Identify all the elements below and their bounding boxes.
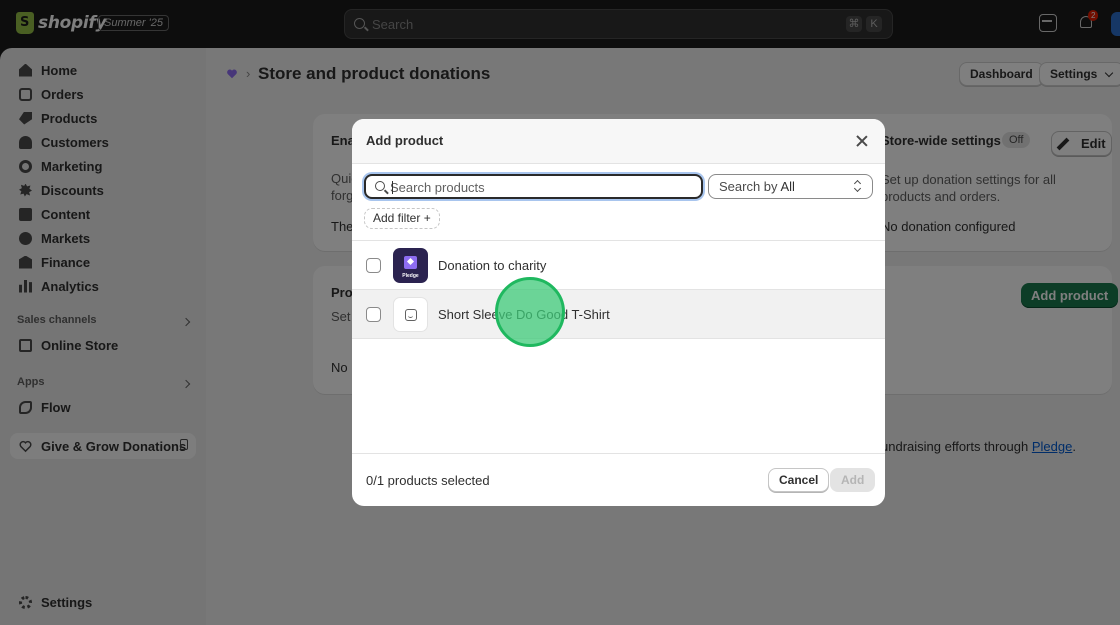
text-cursor bbox=[392, 181, 393, 194]
footer-divider bbox=[352, 453, 885, 454]
product-checkbox[interactable] bbox=[366, 258, 381, 273]
product-checkbox[interactable] bbox=[366, 307, 381, 322]
list-item[interactable]: Pledge Donation to charity bbox=[352, 240, 885, 289]
product-search-input[interactable] bbox=[390, 178, 690, 196]
cancel-button[interactable]: Cancel bbox=[768, 468, 830, 492]
product-thumbnail: Pledge bbox=[393, 248, 428, 283]
add-filter-button[interactable]: Add filter + bbox=[364, 208, 440, 229]
thumbnail-label: Pledge bbox=[402, 273, 419, 279]
modal-title: Add product bbox=[366, 133, 444, 148]
click-indicator bbox=[495, 277, 565, 347]
select-arrows-icon bbox=[854, 180, 862, 192]
search-by-label: Search by bbox=[719, 179, 778, 194]
list-separator bbox=[352, 338, 885, 339]
modal-header: Add product bbox=[352, 119, 885, 164]
search-by-value: All bbox=[780, 179, 795, 194]
product-thumbnail bbox=[393, 297, 428, 332]
add-button[interactable]: Add bbox=[830, 468, 876, 492]
list-item[interactable]: Short Sleeve Do Good T-Shirt bbox=[352, 289, 885, 338]
search-icon bbox=[375, 181, 385, 191]
search-by-select[interactable]: Search by All bbox=[708, 174, 873, 199]
add-product-modal: Add product Search by All Add filter + P… bbox=[352, 119, 885, 506]
image-placeholder-icon bbox=[405, 309, 417, 321]
product-search-field[interactable] bbox=[364, 174, 703, 199]
gift-icon bbox=[404, 256, 417, 269]
close-icon[interactable] bbox=[855, 134, 869, 148]
product-name: Donation to charity bbox=[438, 258, 547, 273]
selected-count: 0/1 products selected bbox=[366, 473, 490, 488]
